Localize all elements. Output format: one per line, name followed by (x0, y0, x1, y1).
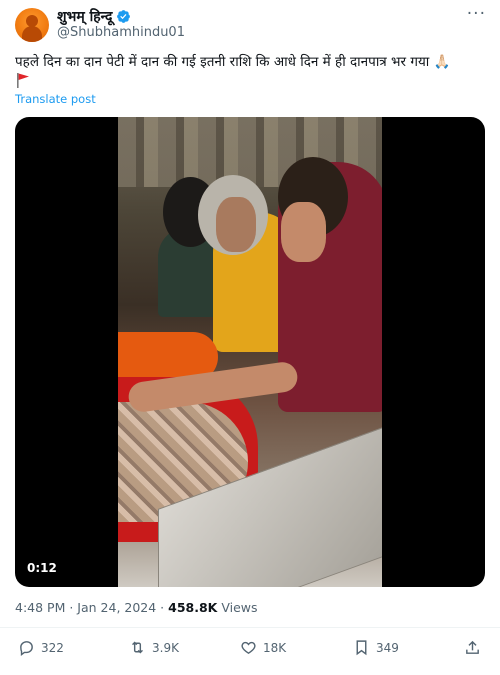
bookmark-icon (356, 640, 367, 656)
tweet-date[interactable]: Jan 24, 2024 (77, 600, 156, 615)
avatar-figure-body (22, 26, 42, 42)
more-options-icon[interactable]: ··· (467, 4, 486, 24)
reply-button[interactable]: 322 (18, 639, 64, 656)
video-duration: 0:12 (27, 561, 57, 575)
like-button[interactable]: 18K (240, 639, 286, 656)
meta-separator-2: · (156, 600, 169, 615)
views-count: 458.8K (168, 600, 218, 615)
share-icon (466, 640, 479, 654)
video-frame (118, 117, 382, 587)
repost-button[interactable]: 3.9K (129, 639, 179, 656)
tweet-text: पहले दिन का दान पेटी में दान की गई इतनी … (15, 54, 451, 70)
reply-icon (20, 641, 33, 656)
author-display-name[interactable]: शुभम् हिन्दू (57, 7, 112, 26)
like-count: 18K (263, 640, 287, 655)
repost-icon (132, 641, 143, 654)
heart-icon (241, 641, 256, 655)
tweet-meta: 4:48 PM · Jan 24, 2024 · 458.8K Views (15, 600, 258, 615)
views-label: Views (217, 600, 258, 615)
bookmark-button[interactable]: 349 (353, 639, 399, 656)
divider (0, 627, 500, 628)
share-button[interactable] (464, 639, 481, 656)
translate-post-link[interactable]: Translate post (15, 92, 96, 106)
video-player[interactable]: 0:12 (15, 117, 485, 587)
action-bar: 322 3.9K 18K 349 (0, 639, 500, 663)
bookmark-count: 349 (376, 640, 399, 655)
author-handle[interactable]: @Shubhamhindu01 (57, 25, 185, 40)
man-face (281, 202, 326, 262)
repost-count: 3.9K (152, 640, 179, 655)
verified-badge-icon (117, 10, 131, 23)
red-flag-icon (17, 73, 29, 88)
author-name-row: शुभम् हिन्दू (57, 7, 131, 26)
tweet-time[interactable]: 4:48 PM (15, 600, 65, 615)
author-avatar[interactable] (15, 8, 49, 42)
meta-separator: · (65, 600, 78, 615)
reply-count: 322 (41, 640, 64, 655)
sage-face (216, 197, 256, 252)
